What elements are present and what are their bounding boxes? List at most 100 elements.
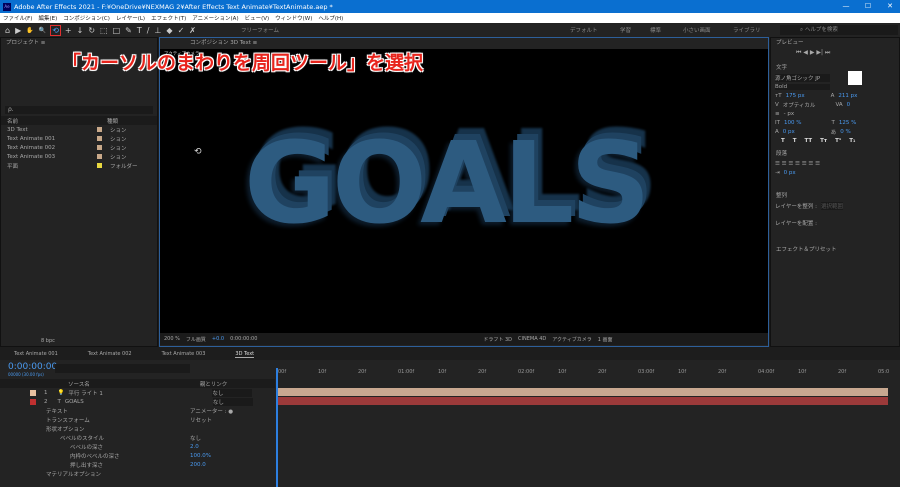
faux-italic-button[interactable]: T	[793, 138, 797, 144]
property-row[interactable]: トランスフォーム リセット	[0, 415, 275, 424]
renderer-select[interactable]: CINEMA 4D	[518, 336, 546, 342]
anchor-tool-icon[interactable]: ⬚	[100, 26, 108, 35]
property-value[interactable]: リセット	[190, 416, 212, 424]
project-item[interactable]: Text Animate 001 ション	[1, 134, 157, 143]
help-search-input[interactable]: ⌕ ヘルプを検索	[780, 25, 898, 35]
property-row[interactable]: ベベルのスタイル なし	[0, 433, 275, 442]
font-style-select[interactable]: Bold	[775, 83, 830, 90]
project-item[interactable]: Text Animate 002 ション	[1, 143, 157, 152]
composition-viewer[interactable]: アクティブカメラ ⟲ GOALS	[160, 49, 768, 333]
tab-text-animate-003[interactable]: Text Animate 003	[162, 351, 206, 357]
layer-1-bar[interactable]	[276, 388, 888, 396]
tab-text-animate-001[interactable]: Text Animate 001	[14, 351, 58, 357]
preview-controls[interactable]: ⏮ ◀ ▶ ▶| ⏭	[771, 48, 899, 57]
tab-3d-text[interactable]: 3D Text	[235, 351, 255, 358]
property-value[interactable]: なし	[190, 434, 201, 442]
brush-tool-icon[interactable]: /	[147, 26, 150, 35]
hand-tool-icon[interactable]: ✋	[26, 27, 33, 34]
property-row[interactable]: マテリアルオプション	[0, 469, 275, 478]
menu-effect[interactable]: エフェクト(T)	[151, 14, 186, 22]
timeline-search-input[interactable]	[55, 364, 190, 373]
faux-bold-button[interactable]: T	[781, 138, 785, 144]
property-row[interactable]: 形状オプション	[0, 424, 275, 433]
property-row[interactable]: 押し出す深さ 200.0	[0, 460, 275, 469]
property-value[interactable]: 2.0	[190, 444, 199, 450]
rotate-tool-icon[interactable]: ↻	[88, 26, 95, 35]
horizontal-scale[interactable]: 125 %	[839, 120, 856, 126]
fill-color-swatch[interactable]	[848, 70, 862, 85]
parent-select[interactable]: なし	[212, 397, 253, 406]
project-search-input[interactable]: ρ.	[5, 106, 153, 114]
orbit-around-cursor-tool-icon[interactable]: ⟲	[50, 24, 61, 36]
tracking[interactable]: 0	[847, 102, 851, 108]
superscript-button[interactable]: T¹	[835, 138, 841, 144]
baseline-shift[interactable]: 0 px	[783, 129, 795, 135]
minimize-button[interactable]: —	[836, 0, 856, 13]
project-item[interactable]: 平面 フォルダー	[1, 161, 157, 170]
comp-tab[interactable]: コンポジション 3D Text ≡	[160, 38, 768, 48]
project-item[interactable]: 3D Text ション	[1, 125, 157, 134]
property-value[interactable]: アニメーター : ●	[190, 407, 233, 415]
time-ruler[interactable]: 00f 10f 20f 01:00f 10f 20f 02:00f 10f 20f 03:00f 1…	[276, 368, 896, 378]
draft-3d-toggle[interactable]: ドラフト 3D	[483, 336, 512, 343]
workspace-default[interactable]: デフォルト	[570, 26, 598, 34]
tsume[interactable]: 0 %	[840, 129, 850, 135]
indent-left[interactable]: 0 px	[784, 170, 796, 176]
property-value[interactable]: 200.0	[190, 462, 206, 468]
kerning[interactable]: オプティカル	[783, 101, 816, 109]
property-row[interactable]: 内枠のベベルの深さ 100.0%	[0, 451, 275, 460]
pen-tool-icon[interactable]: ✎	[125, 26, 132, 35]
menu-file[interactable]: ファイル(F)	[3, 14, 32, 22]
playhead[interactable]	[276, 368, 278, 487]
small-caps-button[interactable]: Tт	[820, 138, 827, 144]
menu-animation[interactable]: アニメーション(A)	[192, 14, 238, 22]
menu-layer[interactable]: レイヤー(L)	[116, 14, 145, 22]
layer-row[interactable]: 1 💡 平行 ライト 1 なし	[0, 388, 275, 397]
menu-view[interactable]: ビュー(V)	[245, 14, 270, 22]
close-button[interactable]: ✕	[880, 0, 900, 13]
property-value[interactable]: 100.0%	[190, 453, 211, 459]
menu-composition[interactable]: コンポジション(C)	[63, 14, 110, 22]
home-tool-icon[interactable]: ⌂	[5, 26, 10, 35]
align-to-select[interactable]: 選択範囲	[820, 201, 843, 210]
dolly-tool-icon[interactable]: ↓	[77, 26, 84, 35]
workspace-learn[interactable]: 学習	[620, 26, 631, 34]
col-name[interactable]: 名前	[7, 117, 87, 125]
viewer-timecode[interactable]: 0:00:00:00	[230, 336, 257, 342]
property-row[interactable]: テキスト アニメーター : ●	[0, 406, 275, 415]
layer-row[interactable]: 2 T GOALS なし	[0, 397, 275, 406]
workspace-standard[interactable]: 標準	[650, 26, 661, 34]
menu-help[interactable]: ヘルプ(H)	[318, 14, 343, 22]
font-family-select[interactable]: 源ノ角ゴシック JP	[775, 73, 830, 82]
property-row[interactable]: ベベルの深さ 2.0	[0, 442, 275, 451]
menu-window[interactable]: ウィンドウ(W)	[275, 14, 312, 22]
zoom-select[interactable]: 200 %	[164, 336, 180, 342]
stroke-width[interactable]: - px	[784, 111, 794, 117]
font-size[interactable]: 175 px	[786, 93, 805, 99]
leading[interactable]: 211 px	[838, 93, 857, 99]
exposure-value[interactable]: +0.0	[212, 336, 224, 342]
pan-tool-icon[interactable]: +	[65, 26, 72, 35]
maximize-button[interactable]: ☐	[858, 0, 878, 13]
bpc-label[interactable]: 8 bpc	[41, 338, 55, 344]
roto-brush-tool-icon[interactable]: ✓	[178, 26, 185, 35]
goals-3d-text[interactable]: GOALS	[244, 119, 651, 249]
zoom-tool-icon[interactable]: 🔍	[39, 27, 46, 34]
clone-stamp-tool-icon[interactable]: ⊥	[154, 26, 161, 35]
all-caps-button[interactable]: TT	[805, 138, 813, 144]
col-type[interactable]: 種類	[107, 117, 118, 125]
eraser-tool-icon[interactable]: ◆	[166, 26, 172, 35]
project-item[interactable]: Text Animate 003 ション	[1, 152, 157, 161]
quality-select[interactable]: フル画質	[186, 336, 206, 343]
workspace-libraries[interactable]: ライブラリ	[733, 26, 761, 34]
workspace-small-screen[interactable]: 小さい画面	[683, 26, 711, 34]
subscript-button[interactable]: T₁	[849, 138, 855, 144]
vertical-scale[interactable]: 100 %	[784, 120, 801, 126]
rectangle-tool-icon[interactable]: □	[113, 26, 121, 35]
parent-select[interactable]: なし	[212, 388, 253, 397]
puppet-tool-icon[interactable]: ✗	[189, 26, 196, 35]
menu-edit[interactable]: 編集(E)	[38, 14, 57, 22]
layer-2-bar[interactable]	[276, 397, 888, 405]
current-timecode[interactable]: 0:00:00:00	[8, 362, 57, 372]
tab-text-animate-002[interactable]: Text Animate 002	[88, 351, 132, 357]
